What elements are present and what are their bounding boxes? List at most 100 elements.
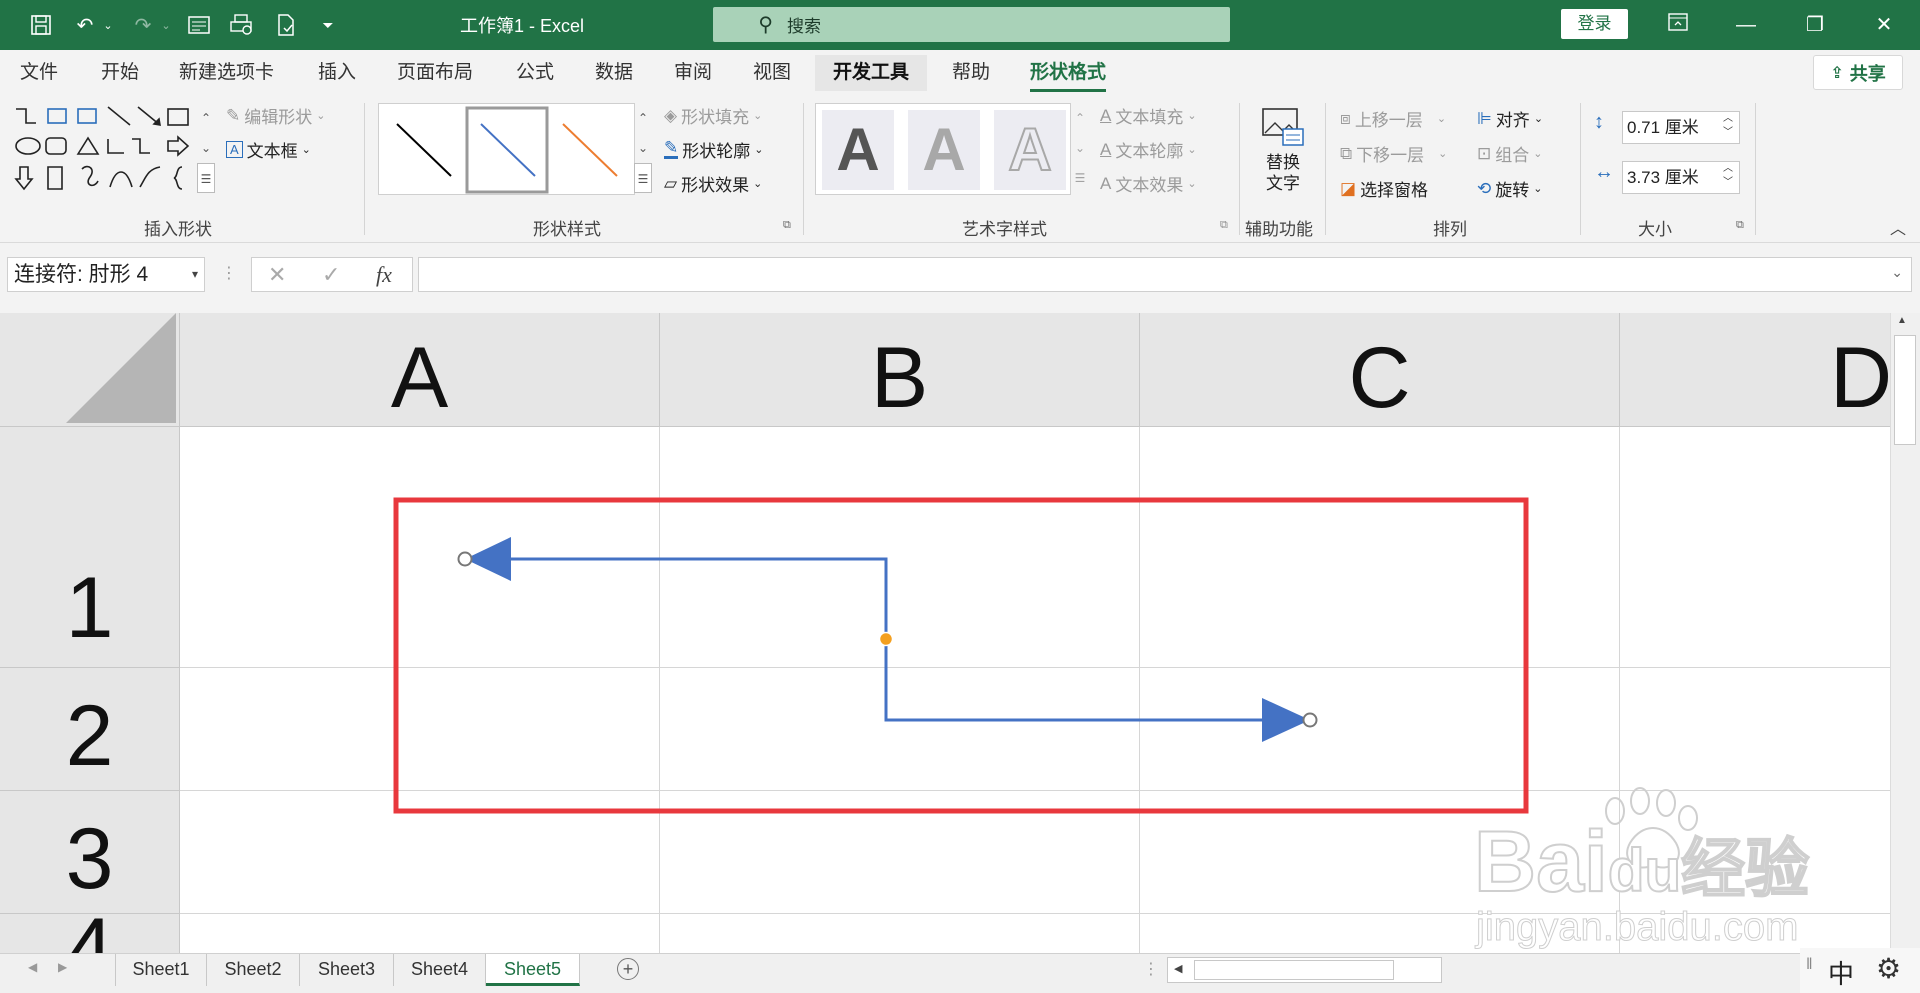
text-box-button[interactable]: A 文本框 ⌄ [226, 137, 311, 162]
save-icon[interactable] [26, 10, 56, 40]
row-header-1[interactable]: 1 [0, 427, 180, 668]
width-spinner-icon[interactable]: ︿ ﹀ [1723, 162, 1733, 190]
sheet-tab-1[interactable]: Sheet1 [115, 954, 207, 986]
tab-insert[interactable]: 插入 [318, 58, 356, 88]
ribbon-display-icon[interactable] [1658, 10, 1698, 40]
prev-sheet-icon[interactable]: ◀ [28, 960, 37, 974]
horizontal-scroll-thumb[interactable] [1194, 960, 1394, 980]
column-header-a[interactable]: A [180, 313, 660, 427]
scroll-thumb[interactable] [1894, 335, 1916, 445]
share-button[interactable]: ⇪ 共享 [1813, 55, 1903, 90]
tab-view[interactable]: 视图 [753, 58, 791, 88]
shape-height-input[interactable]: 0.71 厘米 ︿ ﹀ [1622, 111, 1740, 144]
sheet-tab-3[interactable]: Sheet3 [300, 954, 394, 986]
customize-icon[interactable]: ⏷ [316, 10, 340, 40]
styles-more-icon[interactable]: ☰ [634, 163, 652, 193]
shape-fill-button[interactable]: ◈ 形状填充 ⌄ [664, 103, 762, 128]
sheet-tab-4[interactable]: Sheet4 [394, 954, 486, 986]
alt-text-button[interactable]: 替换 文字 [1255, 107, 1311, 207]
shape-width-input[interactable]: 3.73 厘米 ︿ ﹀ [1622, 161, 1740, 194]
tab-split-grip-icon[interactable]: ⋮ [1143, 959, 1159, 979]
cancel-icon[interactable]: ✕ [268, 262, 286, 288]
ime-mode-indicator[interactable]: 中 [1828, 954, 1854, 991]
restore-icon[interactable]: ❐ [1795, 10, 1835, 40]
sheet-tab-2[interactable]: Sheet2 [207, 954, 300, 986]
text-fill-button[interactable]: A 文本填充 ⌄ [1100, 103, 1197, 128]
next-sheet-icon[interactable]: ▶ [58, 960, 67, 974]
insert-function-icon[interactable]: fx [376, 262, 392, 288]
scroll-up-icon[interactable]: ▲ [1897, 315, 1907, 326]
add-sheet-icon[interactable]: + [617, 958, 639, 980]
connector-start-handle[interactable] [457, 551, 473, 567]
styles-scroll-down-icon[interactable]: ⌄ [634, 133, 652, 163]
shape-effects-button[interactable]: ▱ 形状效果 ⌄ [664, 171, 762, 196]
connector-end-handle[interactable] [1302, 712, 1318, 728]
print-preview-icon[interactable] [227, 10, 257, 40]
enter-icon[interactable]: ✓ [322, 262, 340, 288]
tab-page-layout[interactable]: 页面布局 [397, 58, 473, 88]
horizontal-scrollbar[interactable]: ◀ [1167, 957, 1442, 983]
styles-scroll-up-icon[interactable]: ⌃ [634, 103, 652, 133]
selection-pane-button[interactable]: ◪ 选择窗格 [1340, 176, 1428, 201]
wordart-scroll-down-icon[interactable]: ⌄ [1071, 133, 1089, 163]
column-header-b[interactable]: B [660, 313, 1140, 427]
text-outline-button[interactable]: A 文本轮廓 ⌄ [1100, 137, 1197, 162]
form-icon[interactable] [184, 10, 214, 40]
wordart-more-icon[interactable]: ☰ [1071, 163, 1089, 193]
elbow-connector[interactable] [505, 557, 1265, 722]
tab-developer[interactable]: 开发工具 [815, 55, 928, 91]
shape-styles-gallery[interactable] [378, 103, 635, 195]
send-backward-button[interactable]: ⧉ 下移一层 ⌄ [1340, 141, 1447, 166]
tab-data[interactable]: 数据 [595, 58, 633, 88]
tab-review[interactable]: 审阅 [674, 58, 712, 88]
worksheet-grid[interactable]: A B C D 1 2 3 4 Baidu经验 jingyan.baidu.co… [0, 313, 1890, 953]
column-header-d[interactable]: D [1620, 313, 1890, 427]
wordart-scroll-up-icon[interactable]: ⌃ [1071, 103, 1089, 133]
column-header-c[interactable]: C [1140, 313, 1620, 427]
row-header-3[interactable]: 3 [0, 791, 180, 914]
height-spinner-icon[interactable]: ︿ ﹀ [1723, 112, 1733, 140]
undo-icon[interactable]: ↶ [70, 10, 100, 40]
shape-styles-launcher-icon[interactable]: ⧉ [783, 219, 791, 232]
tab-home[interactable]: 开始 [101, 58, 139, 88]
redo-icon[interactable]: ↷ [128, 10, 158, 40]
edit-shape-button[interactable]: ✎ 编辑形状 ⌄ [226, 103, 325, 128]
size-launcher-icon[interactable]: ⧉ [1736, 219, 1744, 232]
undo-dropdown-icon[interactable]: ⌄ [101, 10, 115, 40]
connector-adjust-handle[interactable] [878, 631, 894, 647]
search-box[interactable]: ⚲ 搜索 [713, 7, 1230, 42]
expand-formula-icon[interactable]: ⌄ [1891, 264, 1903, 281]
text-effects-button[interactable]: A 文本效果 ⌄ [1100, 171, 1197, 196]
settings-gear-icon[interactable]: ⚙ [1876, 952, 1901, 985]
wordart-launcher-icon[interactable]: ⧉ [1220, 219, 1228, 232]
rotate-button[interactable]: ⟲ 旋转 ⌄ [1477, 176, 1542, 201]
tab-file[interactable]: 文件 [20, 58, 58, 88]
row-header-4[interactable]: 4 [0, 906, 180, 953]
tab-shape-format[interactable]: 形状格式 [1030, 58, 1107, 92]
file-icon[interactable] [271, 10, 301, 40]
group-button[interactable]: ⊡ 组合 ⌄ [1477, 141, 1542, 166]
shapes-scroll-down-icon[interactable]: ⌄ [197, 133, 215, 163]
close-icon[interactable]: ✕ [1864, 10, 1904, 40]
name-box-dropdown-icon[interactable]: ▾ [192, 258, 198, 291]
formula-input[interactable]: ⌄ [418, 257, 1912, 292]
align-button[interactable]: ⊫ 对齐 ⌄ [1477, 106, 1543, 131]
tab-formulas[interactable]: 公式 [516, 58, 554, 88]
wordart-gallery[interactable]: A A A [815, 103, 1071, 195]
login-button[interactable]: 登录 [1561, 9, 1628, 39]
row-header-2[interactable]: 2 [0, 668, 180, 791]
minimize-icon[interactable]: — [1726, 10, 1766, 40]
vertical-scrollbar[interactable]: ▲ [1890, 313, 1920, 953]
select-all-button[interactable] [0, 313, 180, 427]
sheet-tab-5[interactable]: Sheet5 [486, 954, 580, 986]
name-box[interactable]: 连接符: 肘形 4 ▾ [7, 257, 205, 292]
bring-forward-button[interactable]: ⧈ 上移一层 ⌄ [1340, 106, 1446, 131]
tab-help[interactable]: 帮助 [952, 58, 990, 88]
scroll-left-icon[interactable]: ◀ [1174, 962, 1182, 975]
collapse-ribbon-icon[interactable]: ︿ [1890, 215, 1906, 239]
tab-new[interactable]: 新建选项卡 [179, 58, 274, 88]
shapes-scroll-up-icon[interactable]: ⌃ [197, 103, 215, 133]
shapes-more-icon[interactable]: ☰ [197, 163, 215, 193]
redo-dropdown-icon[interactable]: ⌄ [159, 10, 173, 40]
shape-outline-button[interactable]: ✎ 形状轮廓 ⌄ [664, 137, 763, 162]
